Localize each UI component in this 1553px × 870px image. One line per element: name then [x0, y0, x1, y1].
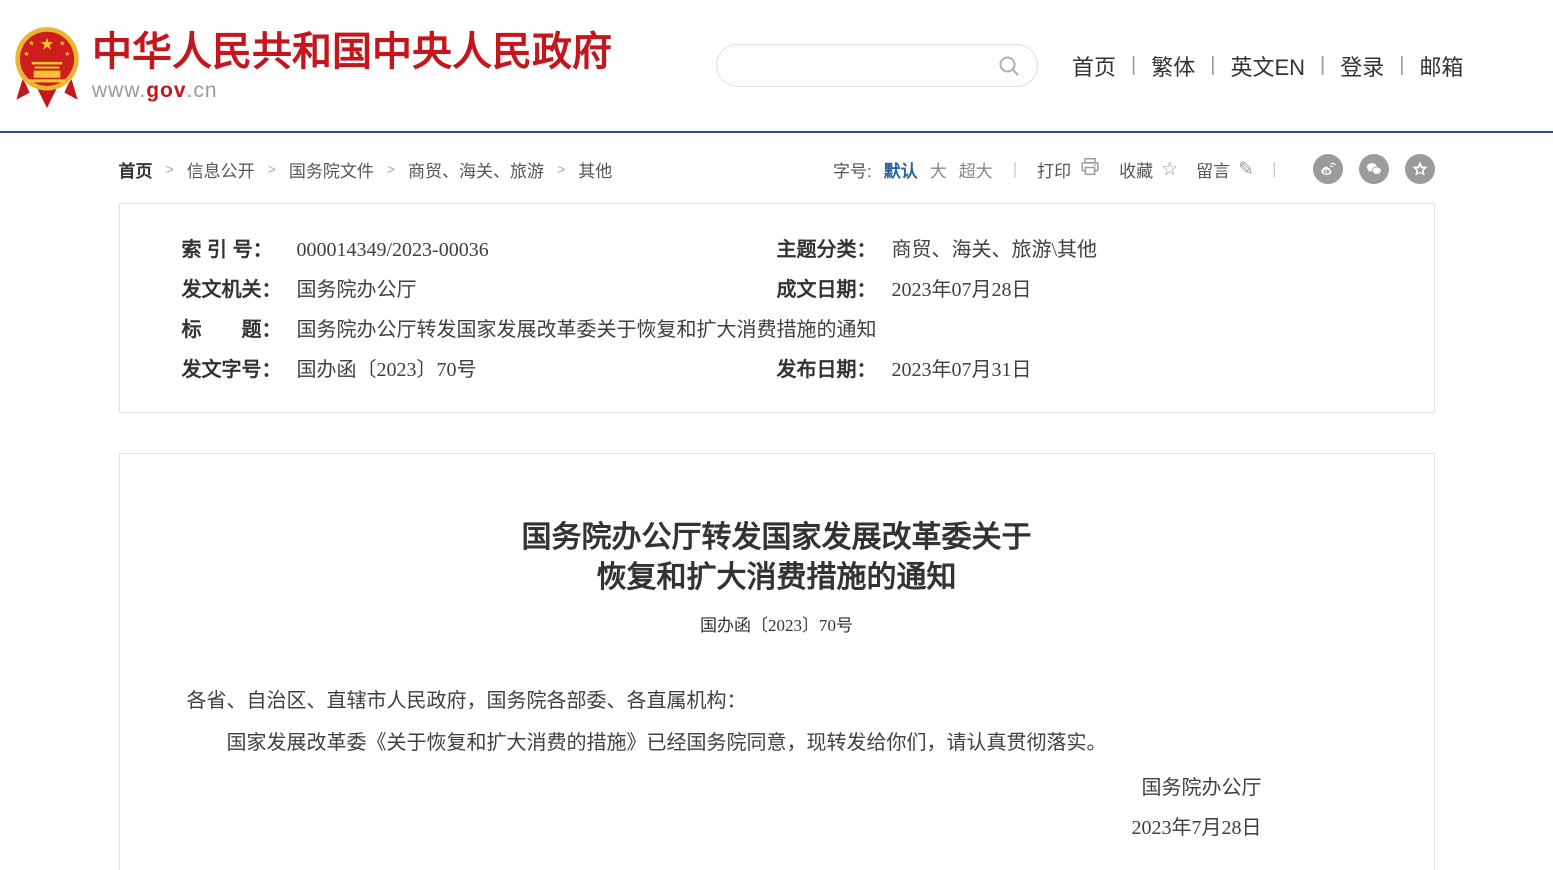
- document-signature-block: 国务院办公厅 2023年7月28日: [187, 768, 1262, 848]
- svg-text:★: ★: [64, 49, 70, 57]
- site-url-www: www.: [92, 79, 146, 102]
- print-button[interactable]: 打印: [1037, 156, 1101, 183]
- print-label: 打印: [1037, 157, 1071, 182]
- meta-written-date-row: 成文日期： 2023年07月28日: [777, 270, 1414, 310]
- comment-button[interactable]: 留言 ✎: [1196, 157, 1254, 182]
- site-header: ★ ★ ★ ★ ★ 中华人民共和国中央人民政府 www.gov.cn: [0, 0, 1553, 133]
- share-qzone-button[interactable]: [1405, 154, 1435, 184]
- document-title-line1: 国务院办公厅转发国家发展改革委关于: [187, 518, 1367, 558]
- site-brand[interactable]: ★ ★ ★ ★ ★ 中华人民共和国中央人民政府 www.gov.cn: [14, 22, 716, 110]
- meta-category-label: 主题分类：: [777, 230, 892, 270]
- document-title-line2: 恢复和扩大消费措施的通知: [187, 558, 1367, 598]
- top-nav: 首页 | 繁体 | 英文EN | 登录 | 邮箱: [1072, 50, 1463, 82]
- breadcrumb-separator: >: [387, 161, 395, 177]
- comment-label: 留言: [1196, 157, 1230, 182]
- favorite-label: 收藏: [1119, 157, 1153, 182]
- share-wechat-button[interactable]: [1359, 154, 1389, 184]
- toolbar-separator: |: [1272, 159, 1276, 179]
- meta-doc-number-row: 发文字号： 国办函〔2023〕70号: [182, 350, 777, 390]
- pencil-icon: ✎: [1238, 158, 1254, 181]
- breadcrumb-separator: >: [166, 161, 174, 177]
- breadcrumb: 首页 > 信息公开 > 国务院文件 > 商贸、海关、旅游 > 其他: [119, 157, 613, 182]
- site-url[interactable]: www.gov.cn: [92, 79, 612, 103]
- site-url-gov: gov: [146, 79, 186, 102]
- nav-separator: |: [1320, 54, 1325, 77]
- svg-text:★: ★: [28, 39, 34, 47]
- nav-traditional[interactable]: 繁体: [1151, 50, 1195, 82]
- font-size-default-button[interactable]: 默认: [884, 157, 918, 182]
- breadcrumb-other[interactable]: 其他: [578, 157, 612, 182]
- document-signer: 国务院办公厅: [187, 768, 1262, 808]
- search-input[interactable]: [735, 45, 995, 86]
- meta-doc-number-label: 发文字号：: [182, 350, 297, 390]
- meta-category-row: 主题分类： 商贸、海关、旅游\其他: [777, 230, 1414, 270]
- meta-publish-date-label: 发布日期：: [777, 350, 892, 390]
- search-box[interactable]: [716, 44, 1038, 87]
- national-emblem-logo: ★ ★ ★ ★ ★: [14, 22, 80, 110]
- document-title: 国务院办公厅转发国家发展改革委关于 恢复和扩大消费措施的通知: [187, 518, 1367, 598]
- meta-category-value: 商贸、海关、旅游\其他: [892, 230, 1098, 270]
- meta-written-date-label: 成文日期：: [777, 270, 892, 310]
- svg-text:★: ★: [40, 35, 55, 53]
- nav-english[interactable]: 英文EN: [1230, 50, 1305, 82]
- meta-title-label: 标 题：: [182, 310, 297, 350]
- star-icon: ☆: [1161, 158, 1178, 181]
- nav-mail[interactable]: 邮箱: [1419, 50, 1463, 82]
- article-toolbar: 字号: 默认 大 超大 | 打印 收藏 ☆: [833, 154, 1435, 184]
- meta-publish-date-value: 2023年07月31日: [892, 350, 1032, 390]
- meta-agency-label: 发文机关：: [182, 270, 297, 310]
- meta-index-label: 索 引 号：: [182, 230, 297, 270]
- meta-publish-date-row: 发布日期： 2023年07月31日: [777, 350, 1414, 390]
- svg-text:★: ★: [59, 39, 65, 47]
- breadcrumb-info-disclosure[interactable]: 信息公开: [187, 157, 255, 182]
- page-wrapper: 首页 > 信息公开 > 国务院文件 > 商贸、海关、旅游 > 其他 字号: 默认…: [119, 151, 1435, 870]
- site-title: 中华人民共和国中央人民政府: [92, 29, 612, 75]
- printer-icon: [1079, 156, 1101, 183]
- font-size-xlarge-button[interactable]: 超大: [959, 157, 993, 182]
- meta-title-row: 标 题： 国务院办公厅转发国家发展改革委关于恢复和扩大消费措施的通知: [182, 310, 1414, 350]
- font-size-large-button[interactable]: 大: [930, 157, 947, 182]
- nav-separator: |: [1399, 54, 1404, 77]
- nav-home[interactable]: 首页: [1072, 50, 1116, 82]
- breadcrumb-separator: >: [557, 161, 565, 177]
- meta-title-value: 国务院办公厅转发国家发展改革委关于恢复和扩大消费措施的通知: [297, 310, 877, 350]
- breadcrumb-state-council-docs[interactable]: 国务院文件: [289, 157, 374, 182]
- meta-agency-value: 国务院办公厅: [297, 270, 417, 310]
- meta-index-row: 索 引 号： 000014349/2023-00036: [182, 230, 777, 270]
- breadcrumb-home[interactable]: 首页: [119, 157, 153, 182]
- favorite-button[interactable]: 收藏 ☆: [1119, 157, 1178, 182]
- site-url-cn: .cn: [187, 79, 218, 102]
- breadcrumb-toolbar-row: 首页 > 信息公开 > 国务院文件 > 商贸、海关、旅游 > 其他 字号: 默认…: [119, 151, 1435, 187]
- document-metadata-box: 索 引 号： 000014349/2023-00036 主题分类： 商贸、海关、…: [119, 203, 1435, 413]
- breadcrumb-separator: >: [268, 161, 276, 177]
- document-paragraph: 国家发展改革委《关于恢复和扩大消费的措施》已经国务院同意，现转发给你们，请认真贯…: [187, 728, 1367, 758]
- search-icon[interactable]: [997, 54, 1021, 78]
- svg-text:★: ★: [23, 49, 29, 57]
- toolbar-separator: |: [1013, 159, 1017, 179]
- nav-login[interactable]: 登录: [1340, 50, 1384, 82]
- document-salutation: 各省、自治区、直辖市人民政府，国务院各部委、各直属机构：: [187, 686, 1367, 716]
- meta-agency-row: 发文机关： 国务院办公厅: [182, 270, 777, 310]
- breadcrumb-commerce-customs-tourism[interactable]: 商贸、海关、旅游: [408, 157, 544, 182]
- document-content-box: 国务院办公厅转发国家发展改革委关于 恢复和扩大消费措施的通知 国办函〔2023〕…: [119, 453, 1435, 870]
- document-sign-date: 2023年7月28日: [187, 808, 1262, 848]
- share-weibo-button[interactable]: [1313, 154, 1343, 184]
- nav-separator: |: [1131, 54, 1136, 77]
- font-size-label: 字号:: [833, 157, 872, 182]
- meta-index-value: 000014349/2023-00036: [297, 230, 489, 270]
- meta-doc-number-value: 国办函〔2023〕70号: [297, 350, 477, 390]
- document-number: 国办函〔2023〕70号: [187, 611, 1367, 636]
- nav-separator: |: [1210, 54, 1215, 77]
- meta-written-date-value: 2023年07月28日: [892, 270, 1032, 310]
